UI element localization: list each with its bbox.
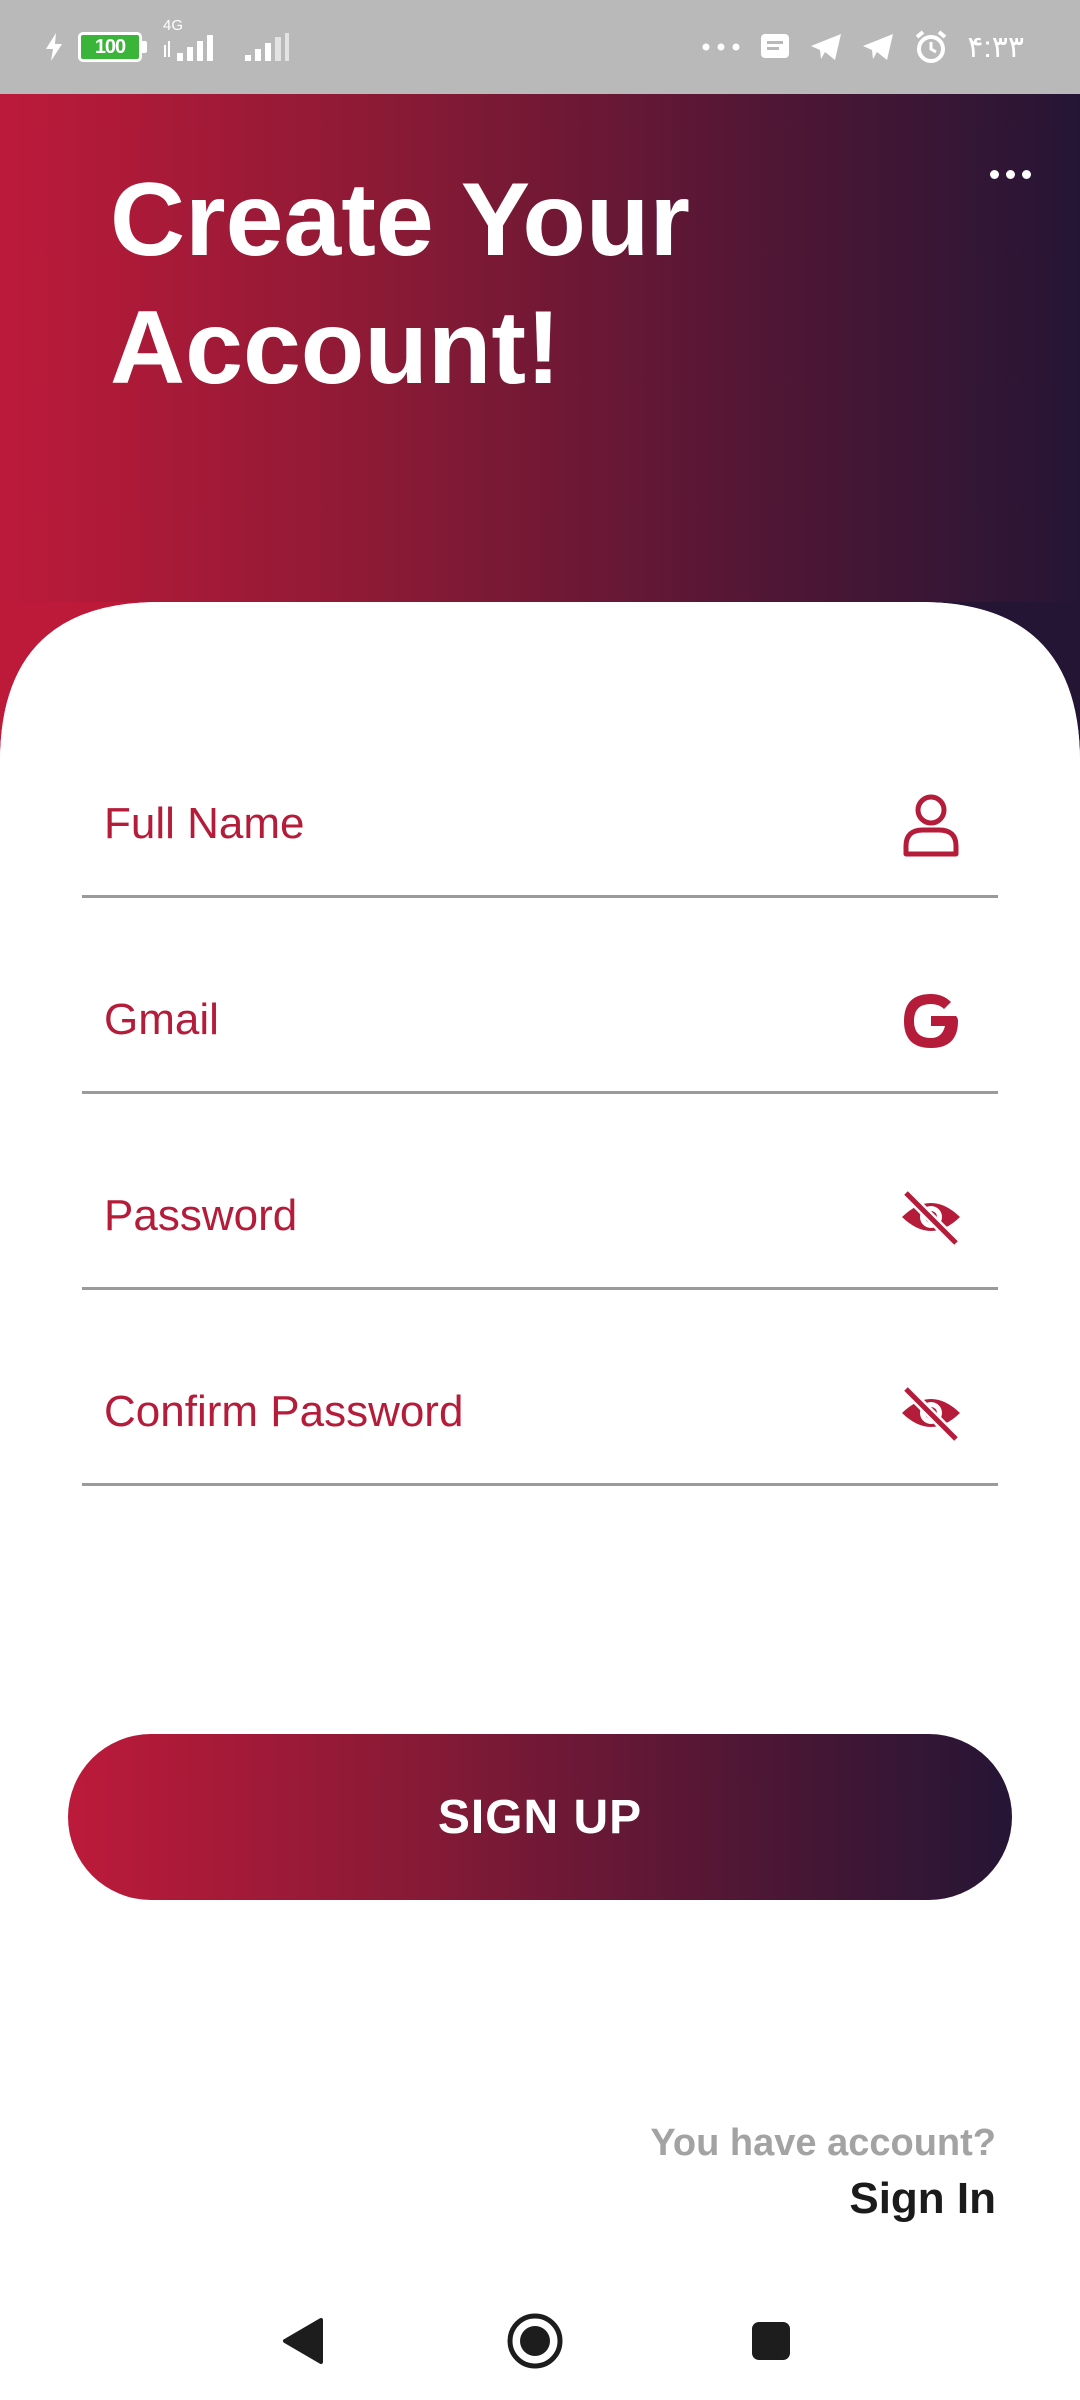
password-field xyxy=(82,1132,998,1290)
status-bar: 100 4G ۴:۳۳ xyxy=(0,0,1080,94)
more-horiz-dot xyxy=(1005,169,1015,179)
status-bar-right: ۴:۳۳ xyxy=(701,0,1024,94)
back-button[interactable] xyxy=(268,2306,338,2376)
have-account-prompt: You have account? xyxy=(650,2122,996,2164)
card-corner-left xyxy=(0,602,160,762)
more-horiz-dot xyxy=(1021,169,1031,179)
gmail-field xyxy=(82,936,998,1094)
battery-indicator: 100 xyxy=(78,32,147,62)
home-button[interactable] xyxy=(500,2306,570,2376)
home-circle-icon xyxy=(507,2313,563,2369)
battery-cap xyxy=(142,41,147,53)
signup-form xyxy=(82,740,998,1524)
eye-off-icon[interactable] xyxy=(896,1182,966,1252)
more-horiz-icon xyxy=(989,169,999,179)
card-corner-right xyxy=(920,602,1080,762)
navigation-bar xyxy=(0,2280,1080,2400)
clock: ۴:۳۳ xyxy=(967,30,1024,64)
back-triangle-icon xyxy=(283,2318,323,2364)
recent-apps-button[interactable] xyxy=(736,2306,806,2376)
page-title: Create Your Account! xyxy=(110,162,690,406)
telegram-icon-2 xyxy=(861,32,895,62)
more-notifications-icon xyxy=(701,42,741,52)
full-name-field xyxy=(82,740,998,898)
confirm-password-field xyxy=(82,1328,998,1486)
google-icon xyxy=(896,986,966,1056)
charging-icon xyxy=(44,33,64,61)
sign-in-link[interactable]: Sign In xyxy=(849,2174,996,2224)
recent-square-icon xyxy=(752,2322,790,2360)
message-icon xyxy=(759,32,791,62)
gmail-input[interactable] xyxy=(104,988,884,1052)
more-options-button[interactable] xyxy=(978,150,1042,198)
password-input[interactable] xyxy=(104,1184,884,1248)
sign-up-button[interactable]: SIGN UP xyxy=(68,1734,1012,1900)
full-name-input[interactable] xyxy=(104,792,884,856)
status-bar-left: 100 4G xyxy=(44,0,291,94)
signal-4g-icon: 4G xyxy=(161,17,229,63)
battery-level: 100 xyxy=(78,32,142,62)
signal-bars-icon xyxy=(243,31,291,63)
network-label: 4G xyxy=(163,17,184,34)
person-icon xyxy=(896,790,966,860)
confirm-password-input[interactable] xyxy=(104,1380,884,1444)
eye-off-icon[interactable] xyxy=(896,1378,966,1448)
alarm-icon xyxy=(913,29,949,65)
telegram-icon xyxy=(809,32,843,62)
